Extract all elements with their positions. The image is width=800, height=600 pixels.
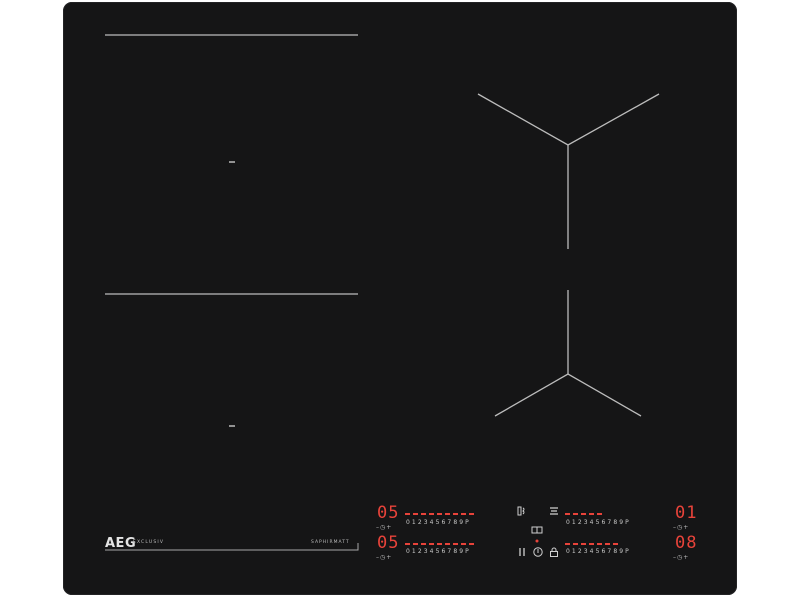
hob2hood-icon[interactable] <box>516 505 528 517</box>
rear-right-power-scale[interactable]: 0123456789P <box>566 519 631 526</box>
front-right-level-bar[interactable] <box>565 543 635 545</box>
indicator-dot <box>535 539 539 543</box>
power-icon[interactable] <box>532 546 544 558</box>
surface-label: SAPHIRMATT <box>311 540 350 545</box>
front-left-timer[interactable]: –◷+ <box>376 554 392 561</box>
lock-icon[interactable] <box>548 546 560 558</box>
rear-left-timer[interactable]: –◷+ <box>376 524 392 531</box>
hood-fan-icon[interactable] <box>548 505 560 517</box>
zone-markings <box>105 34 660 551</box>
rear-left-power-scale[interactable]: 0123456789P <box>406 519 471 526</box>
rear-right-level-display: 01 <box>675 503 698 523</box>
pause-icon[interactable] <box>516 546 528 558</box>
front-right-power-scale[interactable]: 0123456789P <box>566 548 631 555</box>
rear-left-level-bar[interactable] <box>405 513 475 515</box>
right-bottom-zone-marker <box>494 373 642 417</box>
aeg-logo: AEG <box>105 536 137 551</box>
rear-right-timer[interactable]: –◷+ <box>673 524 689 531</box>
front-right-timer[interactable]: –◷+ <box>673 554 689 561</box>
rear-right-level-bar[interactable] <box>565 513 635 515</box>
right-top-zone-marker <box>477 93 660 146</box>
induction-hob-surface: AEG EXCLUSIV SAPHIRMATT 05 0123456789P –… <box>63 2 737 595</box>
front-left-level-bar[interactable] <box>405 543 475 545</box>
front-right-level-display: 08 <box>675 533 698 553</box>
bridge-icon[interactable] <box>531 525 543 535</box>
front-left-power-scale[interactable]: 0123456789P <box>406 548 471 555</box>
front-left-level-display: 05 <box>377 533 400 553</box>
rear-left-level-display: 05 <box>377 503 400 523</box>
series-label: EXCLUSIV <box>133 540 165 545</box>
